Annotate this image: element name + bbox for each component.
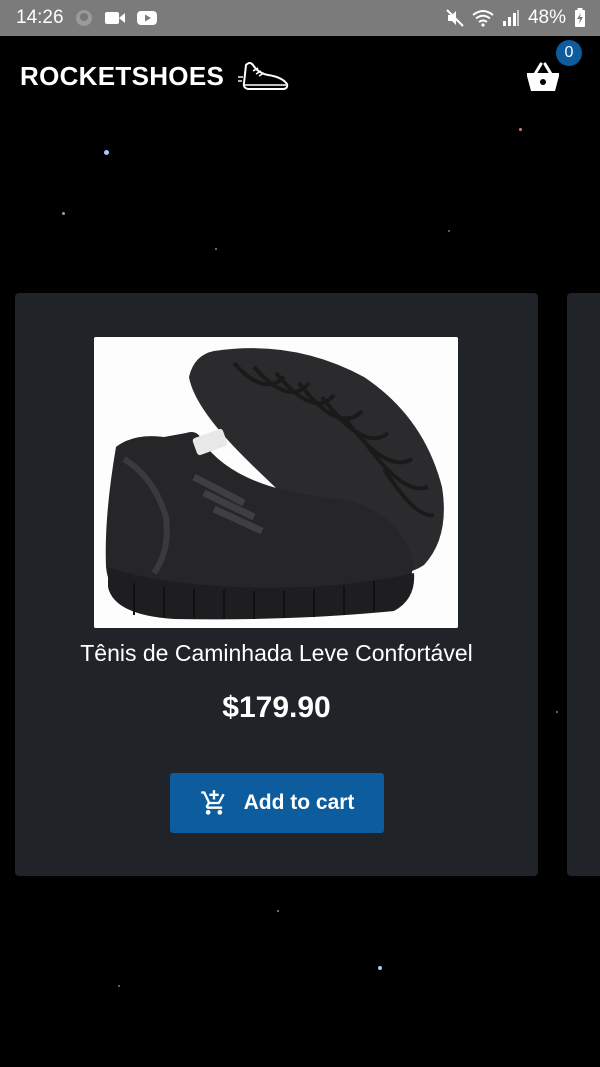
wifi-icon bbox=[472, 9, 494, 27]
app-header: ROCKETSHOES 0 bbox=[0, 36, 600, 116]
cart-button[interactable]: 0 bbox=[526, 40, 582, 100]
next-product-card[interactable] bbox=[567, 293, 600, 876]
app-notification-icon bbox=[74, 8, 94, 28]
status-bar: 14:26 48% bbox=[0, 0, 600, 36]
star bbox=[519, 128, 522, 131]
star bbox=[104, 150, 109, 155]
add-shopping-cart-icon bbox=[200, 789, 228, 817]
add-to-cart-label: Add to cart bbox=[243, 791, 355, 814]
product-image[interactable] bbox=[94, 337, 458, 628]
product-card: Tênis de Caminhada Leve Confortável $179… bbox=[15, 293, 538, 876]
star bbox=[118, 985, 120, 987]
star bbox=[277, 910, 279, 912]
battery-percentage: 48% bbox=[527, 7, 566, 28]
star bbox=[62, 212, 65, 215]
mute-icon bbox=[446, 9, 464, 27]
logo[interactable]: ROCKETSHOES bbox=[20, 61, 224, 92]
star bbox=[378, 966, 382, 970]
star bbox=[556, 711, 558, 713]
shopping-basket-icon bbox=[527, 62, 559, 91]
shoe-logo-icon bbox=[238, 57, 290, 95]
product-title: Tênis de Caminhada Leve Confortável bbox=[80, 640, 473, 666]
star bbox=[215, 248, 217, 250]
star bbox=[448, 230, 450, 232]
status-time: 14:26 bbox=[16, 7, 64, 28]
cart-count-badge: 0 bbox=[556, 40, 582, 66]
youtube-icon bbox=[136, 10, 158, 26]
add-to-cart-button[interactable]: Add to cart bbox=[170, 773, 384, 833]
signal-icon bbox=[502, 9, 520, 27]
battery-charging-icon bbox=[574, 8, 586, 28]
video-icon bbox=[104, 10, 126, 26]
product-price: $179.90 bbox=[222, 691, 331, 724]
